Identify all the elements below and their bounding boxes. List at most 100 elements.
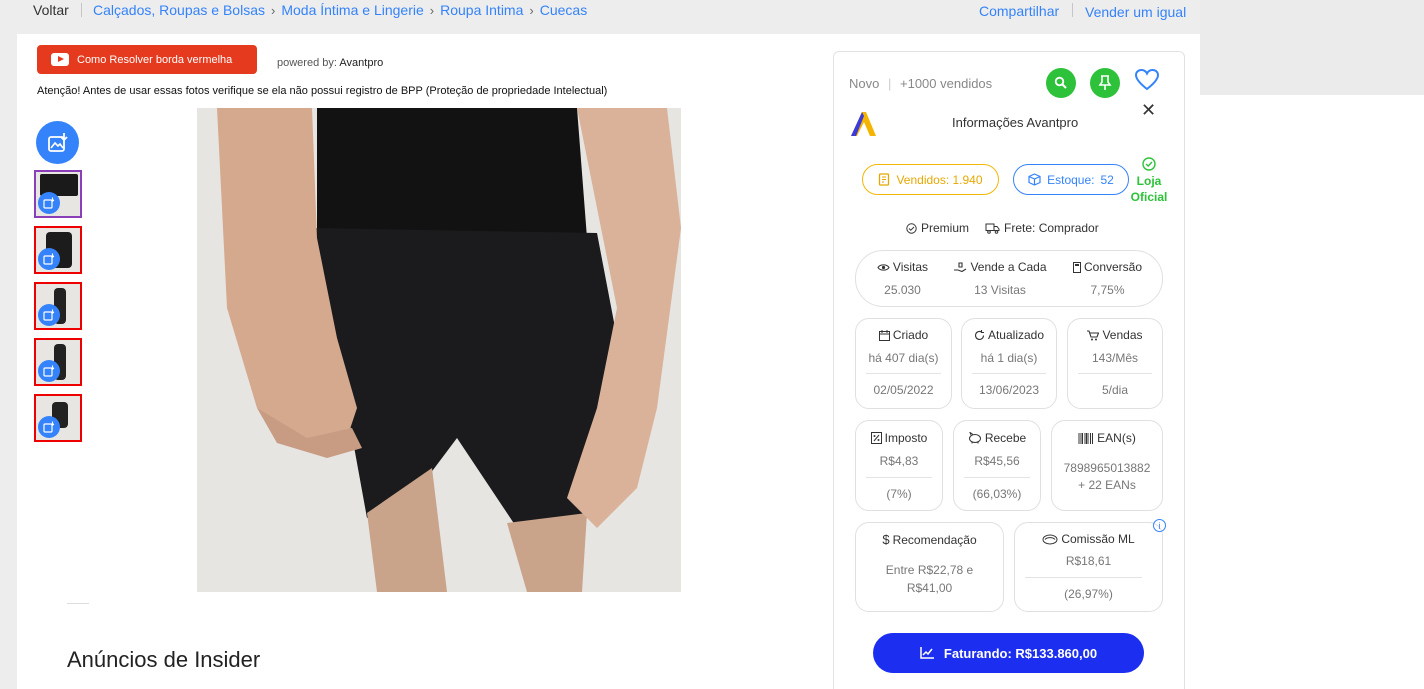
download-badge[interactable] <box>38 360 60 382</box>
ean-more[interactable]: + 22 EANs <box>1051 478 1163 492</box>
search-icon <box>1054 76 1067 89</box>
conversion-label: Conversão <box>1065 260 1150 274</box>
breadcrumb: Calçados, Roupas e Bolsas › Moda Íntima … <box>93 2 587 18</box>
pin-button[interactable] <box>1090 68 1120 98</box>
separator: | <box>887 76 892 91</box>
chevron-right-icon: › <box>271 2 276 18</box>
stock-badge: Estoque: 52 <box>1013 164 1129 195</box>
download-badge[interactable] <box>38 248 60 270</box>
pin-icon <box>1098 75 1112 90</box>
download-images-button[interactable] <box>36 121 79 164</box>
background <box>1200 0 1424 95</box>
sales-day: 5/dia <box>1101 383 1129 397</box>
powered-by: powered by: Avantpro <box>277 57 383 69</box>
bpp-warning: Atenção! Antes de usar essas fotos verif… <box>37 85 608 97</box>
sales-month: 143/Mês <box>1091 351 1139 365</box>
sell-same-link[interactable]: Vender um igual <box>1085 4 1186 20</box>
image-download-icon <box>43 365 55 377</box>
video-help-label: Como Resolver borda vermelha <box>77 53 233 66</box>
traffic-stats <box>855 250 1163 307</box>
recommendation-label: $ Recomendação <box>855 532 1004 547</box>
shipping-label: Frete: Comprador <box>1004 221 1099 235</box>
breadcrumb-item[interactable]: Calçados, Roupas e Bolsas <box>93 2 265 18</box>
tax-label: Imposto <box>855 431 943 445</box>
video-help-button[interactable]: Como Resolver borda vermelha <box>37 45 257 74</box>
download-badge[interactable] <box>38 304 60 326</box>
listing-attributes: Premium Frete: Comprador <box>906 221 1099 235</box>
item-condition: Novo | +1000 vendidos <box>849 76 992 91</box>
ean-value: 7898965013882 <box>1063 461 1151 475</box>
divider <box>866 373 941 374</box>
section-title: Anúncios de Insider <box>67 647 261 672</box>
commission-value: R$18,61 <box>1065 554 1112 568</box>
official-line-1: Loja <box>1136 174 1162 188</box>
created-date: 02/05/2022 <box>873 383 934 397</box>
image-download-icon <box>47 132 68 152</box>
tax-value: R$4,83 <box>879 454 919 468</box>
divider <box>972 373 1046 374</box>
premium-attribute: Premium <box>906 221 969 235</box>
thumbnail[interactable] <box>34 226 82 274</box>
thumbnail[interactable] <box>34 170 82 218</box>
tax-icon <box>870 432 882 444</box>
sold-label: Vendidos: 1.940 <box>896 172 983 187</box>
shipping-attribute: Frete: Comprador <box>985 221 1099 235</box>
receive-label-text: Recebe <box>984 431 1027 445</box>
updated-label: Atualizado <box>961 328 1057 342</box>
premium-label: Premium <box>921 221 970 235</box>
product-main-image[interactable] <box>197 108 681 592</box>
tax-percent: (7%) <box>886 487 912 501</box>
official-store-badge: Loja Oficial <box>1130 157 1168 205</box>
breadcrumb-item[interactable]: Cuecas <box>540 2 587 18</box>
updated-date: 13/06/2023 <box>978 383 1040 397</box>
commission-label: Comissão ML <box>1014 532 1163 546</box>
stock-value: 52 <box>1100 172 1114 187</box>
box-icon <box>1028 173 1041 186</box>
favorite-button[interactable] <box>1134 68 1160 97</box>
avantpro-logo <box>849 110 877 143</box>
created-label-text: Criado <box>892 328 929 342</box>
recommendation-label-text: Recomendação <box>892 532 977 547</box>
thumbnail[interactable] <box>34 394 82 442</box>
revenue-button[interactable]: Faturando: R$133.860,00 <box>873 633 1144 673</box>
chart-line-icon <box>920 647 934 659</box>
share-link[interactable]: Compartilhar <box>979 3 1059 19</box>
receive-value: R$45,56 <box>974 454 1020 468</box>
powered-by-label: powered by: <box>277 57 337 69</box>
back-link[interactable]: Voltar <box>33 2 69 18</box>
updated-ago: há 1 dia(s) <box>980 351 1038 365</box>
image-download-icon <box>43 253 55 265</box>
visits-value: 25.030 <box>884 283 921 297</box>
breadcrumb-item[interactable]: Roupa Intima <box>440 2 523 18</box>
close-icon[interactable]: ✕ <box>1141 100 1156 121</box>
product-photo <box>197 108 681 592</box>
calendar-icon <box>878 329 890 341</box>
official-line-2: Oficial <box>1130 190 1168 204</box>
image-download-icon <box>43 197 55 209</box>
breadcrumb-item[interactable]: Moda Íntima e Lingerie <box>281 2 423 18</box>
thumbnail[interactable] <box>34 282 82 330</box>
visits-label: Visitas <box>865 260 940 274</box>
ean-label-text: EAN(s) <box>1097 431 1136 445</box>
top-navigation: Voltar Calçados, Roupas e Bolsas › Moda … <box>0 0 1200 34</box>
barcode-icon <box>1078 432 1094 444</box>
thumbnail[interactable] <box>34 338 82 386</box>
info-icon[interactable]: i <box>1153 519 1166 532</box>
conversion-value: 7,75% <box>1090 283 1125 297</box>
calculator-icon <box>1072 261 1081 273</box>
divider <box>866 477 932 478</box>
download-badge[interactable] <box>38 192 60 214</box>
created-label: Criado <box>855 328 952 342</box>
check-circle-icon <box>1142 157 1156 171</box>
divider <box>67 603 89 604</box>
search-button[interactable] <box>1046 68 1076 98</box>
sells-every-label-text: Vende a Cada <box>970 260 1047 274</box>
commission-percent: (26,97%) <box>1064 587 1113 601</box>
ean-label: EAN(s) <box>1051 431 1163 445</box>
download-badge[interactable] <box>38 416 60 438</box>
divider <box>964 477 1030 478</box>
separator <box>81 3 82 17</box>
heart-icon <box>1134 68 1160 91</box>
refresh-icon <box>974 329 985 340</box>
updated-label-text: Atualizado <box>987 328 1045 342</box>
